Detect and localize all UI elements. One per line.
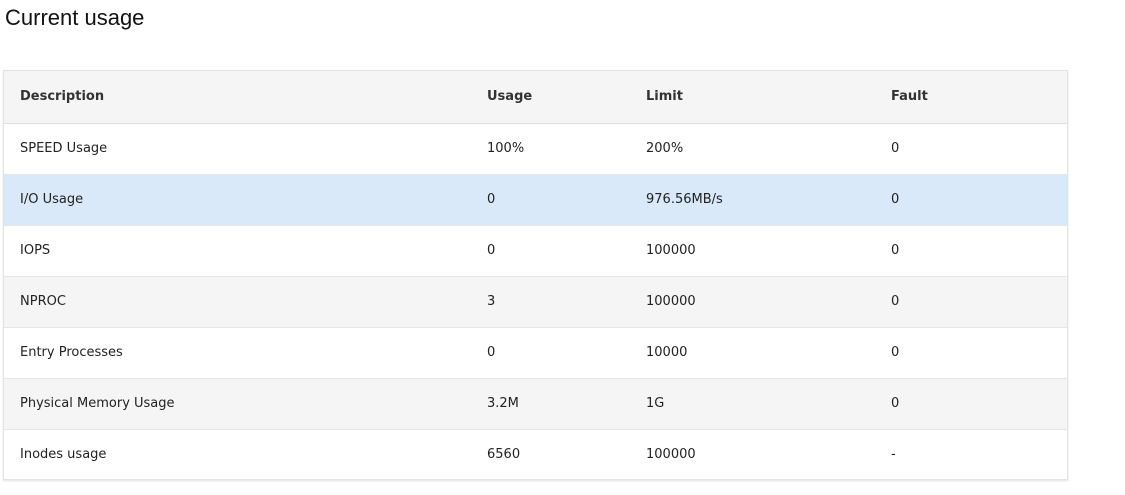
column-header-description: Description	[20, 89, 105, 105]
table-header-row: Description Usage Limit Fault	[4, 71, 1067, 123]
cell-usage: 6560	[487, 446, 521, 462]
cell-fault: 0	[891, 243, 900, 258]
column-header-fault: Fault	[891, 89, 928, 105]
cell-usage: 0	[487, 345, 496, 360]
cell-usage: 3.2M	[487, 396, 519, 411]
cell-fault: 0	[891, 192, 900, 207]
cell-description: NPROC	[20, 294, 66, 309]
table-row[interactable]: NPROC 3 100000 0	[4, 276, 1067, 327]
cell-limit: 100000	[646, 243, 696, 258]
table-row[interactable]: IOPS 0 100000 0	[4, 225, 1067, 276]
cell-fault: 0	[891, 141, 900, 156]
cell-limit: 976.56MB/s	[646, 192, 723, 207]
cell-fault: -	[891, 446, 896, 462]
cell-usage: 0	[487, 243, 496, 258]
cell-description: SPEED Usage	[20, 141, 108, 156]
cell-usage: 0	[487, 192, 496, 207]
cell-usage: 100%	[487, 141, 525, 156]
cell-fault: 0	[891, 345, 900, 360]
table-row[interactable]: I/O Usage 0 976.56MB/s 0	[4, 174, 1067, 225]
table-header: Description Usage Limit Fault	[4, 71, 1067, 123]
table-row[interactable]: Inodes usage 6560 100000 -	[4, 429, 1067, 479]
usage-table: Description Usage Limit Fault SPEED Usag…	[4, 71, 1067, 479]
cell-fault: 0	[891, 396, 900, 411]
table-row[interactable]: Entry Processes 0 10000 0	[4, 327, 1067, 378]
table-row[interactable]: SPEED Usage 100% 200% 0	[4, 123, 1067, 174]
cell-limit: 200%	[646, 141, 684, 156]
table-row[interactable]: Physical Memory Usage 3.2M 1G 0	[4, 378, 1067, 429]
cell-description: Entry Processes	[20, 345, 123, 360]
usage-table-container: Description Usage Limit Fault SPEED Usag…	[3, 70, 1068, 480]
cell-limit: 10000	[646, 345, 688, 360]
cell-fault: 0	[891, 294, 900, 309]
cell-limit: 1G	[646, 396, 665, 411]
cell-description: I/O Usage	[20, 192, 84, 207]
column-header-usage: Usage	[487, 89, 533, 105]
page-title: Current usage	[5, 5, 145, 30]
column-header-limit: Limit	[646, 89, 683, 105]
cell-description: Physical Memory Usage	[20, 396, 175, 411]
cell-limit: 100000	[646, 446, 696, 462]
table-body: SPEED Usage 100% 200% 0 I/O Usage 0 976.…	[4, 123, 1067, 479]
cell-usage: 3	[487, 294, 496, 309]
cell-description: IOPS	[20, 243, 51, 258]
cell-limit: 100000	[646, 294, 696, 309]
cell-description: Inodes usage	[20, 446, 107, 462]
